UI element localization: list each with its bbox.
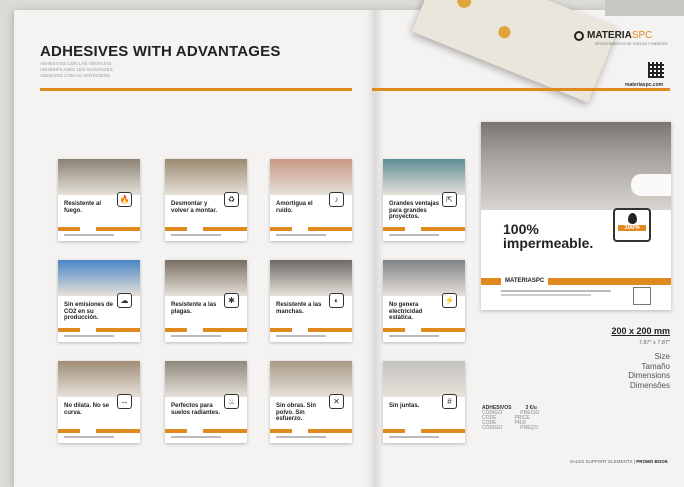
card-fine-print [171,436,221,438]
expand-icon: ⇱ [442,192,457,207]
card-photo [270,159,352,195]
card-photo [383,159,465,195]
card-fine-print [389,436,439,438]
fine-print [501,294,591,296]
advantage-card: Sin emisiones de CO2 en su producción. ☁ [58,260,140,342]
card-brand-band [383,327,465,333]
card-photo [165,260,247,296]
card-brand-band [270,327,352,333]
card-fine-print [276,234,326,236]
heat-icon: ♨ [224,394,239,409]
bolt-icon: ⚡ [442,293,457,308]
price-table: ADHESIVOS 3 €/u CÓDIGO PRECIO CODE PRICE CO… [482,405,539,431]
advantage-card: Sin juntas. # [383,361,465,443]
table-row: CÓDIGO PREÇO [482,425,539,431]
size-value: 200 x 200 mm [611,326,670,336]
card-brand-band [58,428,140,434]
advantage-card: Amortigua el ruido. ♪ [270,159,352,241]
qr-code-icon [648,62,664,78]
card-fine-print [171,335,221,337]
card-brand-band [270,226,352,232]
advantage-card: No genera electricidad estática. ⚡ [383,260,465,342]
card-brand-band [165,327,247,333]
card-caption: Sin juntas. [389,403,420,409]
page-subtitle: ADHESIVOS CON LAS VENTAJAS ADHÉSIFS AVEC… [40,61,113,78]
advantage-card: Sin obras. Sin polvo. Sin esfuerzo. ✕ [270,361,352,443]
card-caption: Grandes ventajas para grandes proyectos. [389,201,440,220]
arrows-icon: ↔ [117,394,132,409]
stain-icon: ◐ [329,293,344,308]
card-brand-band [165,226,247,232]
advantage-card: Desmontar y volver a montar. ♻ [165,159,247,241]
card-caption: No dilata. No se curva. [64,403,110,416]
card-caption: Amortigua el ruido. [276,201,313,214]
card-brand-band [58,226,140,232]
card-photo [383,260,465,296]
card-photo [270,260,352,296]
card-photo [58,361,140,397]
advantage-card: Grandes ventajas para grandes proyectos.… [383,159,465,241]
advantage-card: Perfectos para suelos radiantes. ♨ [165,361,247,443]
featured-card: 100% impermeable. 100% MATERIASPC [481,122,671,310]
advantage-card: No dilata. No se curva. ↔ [58,361,140,443]
catalog-cover-edge [605,0,684,16]
co2-icon: ☁ [117,293,132,308]
tools-icon: ✕ [329,394,344,409]
card-caption: No genera electricidad estática. [389,302,423,321]
logo-mark-icon [574,30,584,41]
card-photo [58,159,140,195]
advantage-card: Resistente a las plagas. ✱ [165,260,247,342]
card-fine-print [389,234,439,236]
advantage-card: Resistente al fuego. 🔥 [58,159,140,241]
card-caption: Sin emisiones de CO2 en su producción. [64,302,114,321]
advantage-card: Resistente a las manchas. ◐ [270,260,352,342]
card-caption: Perfectos para suelos radiantes. [171,403,221,416]
seal-icon [633,287,651,305]
card-fine-print [171,234,221,236]
title-rule [40,88,352,91]
card-brand-band [165,428,247,434]
book-spine [366,10,384,487]
card-caption: Sin obras. Sin polvo. Sin esfuerzo. [276,403,317,422]
brand-url: materiaspc.com [625,82,664,88]
size-labels: Size Tamaño Dimensions Dimensões [628,352,670,390]
size-inches: 7.87" x 7.87" [638,340,670,346]
card-fine-print [64,234,114,236]
title-rule-right [372,88,670,91]
card-caption: Resistente a las plagas. [171,302,217,315]
card-brand-band [270,428,352,434]
bathtub-shape [631,174,671,196]
grid-icon: # [442,394,457,409]
card-fine-print [389,335,439,337]
page-footer: SALES SUPPORT ELEMENTS | PROMO BOOK [569,459,668,464]
card-photo [165,159,247,195]
card-fine-print [64,436,114,438]
card-photo [270,361,352,397]
fine-print [501,290,611,292]
card-photo [383,361,465,397]
bathroom-photo [481,122,671,210]
card-fine-print [64,335,114,337]
page-title: ADHESIVES WITH ADVANTAGES [40,43,281,60]
card-brand-band [383,226,465,232]
card-caption: Resistente a las manchas. [276,302,322,315]
bug-icon: ✱ [224,293,239,308]
card-caption: Desmontar y volver a montar. [171,201,218,214]
brand-tagline: REVESTIMIENTOS DE SUELOS Y PAREDES [595,42,668,46]
card-photo [165,361,247,397]
card-brand-band [58,327,140,333]
sound-icon: ♪ [329,192,344,207]
card-caption: Resistente al fuego. [64,201,102,214]
featured-caption: 100% impermeable. [503,221,594,251]
card-photo [58,260,140,296]
fire-icon: 🔥 [117,192,132,207]
card-fine-print [276,436,326,438]
water-drop-icon: 100% [613,208,651,242]
recycle-icon: ♻ [224,192,239,207]
card-brand-band [383,428,465,434]
card-fine-print [276,335,326,337]
brand-band: MATERIASPC [481,275,671,288]
brand-logo: MATERIASPC [574,30,652,41]
